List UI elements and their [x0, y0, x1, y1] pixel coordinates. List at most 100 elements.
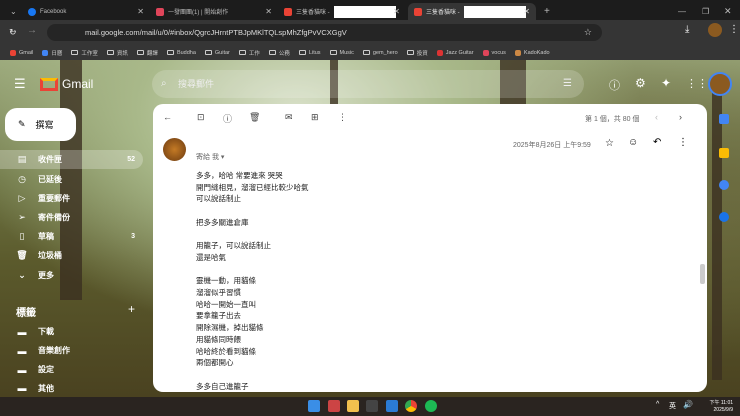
bookmark[interactable]: 翻譯: [136, 49, 158, 57]
tray-chevron-icon[interactable]: ^: [656, 401, 659, 408]
sidebar-item-sent[interactable]: ➢ 寄件備份: [0, 208, 143, 227]
gmail-logo-text[interactable]: Gmail: [62, 77, 93, 91]
report-spam-icon[interactable]: ⓘ: [223, 112, 232, 125]
tab-vocus[interactable]: 一發團團(1) | 開始創作 ✕: [150, 3, 278, 20]
label-icon: ▬: [17, 364, 27, 375]
label-item[interactable]: ▬ 其他: [0, 379, 143, 397]
profile-avatar[interactable]: [708, 23, 722, 37]
newer-button[interactable]: ‹: [655, 112, 658, 122]
close-icon[interactable]: ✕: [137, 7, 144, 16]
recipient-text: 寄給 我: [196, 154, 219, 161]
calendar-icon[interactable]: [719, 114, 729, 124]
sidebar-item-inbox[interactable]: ▤ 收件匣 52: [0, 150, 143, 169]
filter-icon[interactable]: ☰: [563, 70, 572, 98]
start-icon[interactable]: [308, 400, 320, 412]
terminal-icon[interactable]: [366, 400, 378, 412]
minimize-button[interactable]: —: [672, 3, 692, 20]
bookmark[interactable]: Music: [329, 50, 354, 56]
clock-time[interactable]: 下午 11:01: [705, 399, 733, 406]
tab-search-button[interactable]: ⌄: [4, 3, 18, 20]
settings-gear-icon[interactable]: ⚙: [635, 76, 646, 90]
label-item[interactable]: ▬ 下載: [0, 322, 143, 341]
bookmark-star-icon[interactable]: ☆: [584, 24, 592, 41]
sidebar-item-important[interactable]: ▷ 重要郵件: [0, 189, 143, 208]
sidebar-item-more[interactable]: ⌄ 更多: [0, 266, 143, 285]
move-to-icon[interactable]: ⊞: [311, 112, 319, 123]
older-button[interactable]: ›: [679, 112, 682, 122]
close-icon[interactable]: ✕: [523, 7, 530, 16]
bookmark[interactable]: 公務: [268, 49, 290, 57]
input-language[interactable]: 英: [669, 401, 676, 411]
forward-button[interactable]: →: [27, 25, 37, 36]
gemini-sparkle-icon[interactable]: ✦: [661, 76, 671, 90]
chrome-icon[interactable]: [405, 400, 417, 412]
back-to-inbox-button[interactable]: ←: [163, 112, 172, 122]
label-item[interactable]: ▬ 設定: [0, 360, 143, 379]
bookmark[interactable]: KadoKado: [514, 49, 550, 56]
menu-icon[interactable]: ⋮: [729, 24, 739, 35]
restore-button[interactable]: ❐: [696, 3, 715, 20]
more-options-icon[interactable]: ⋮: [338, 112, 347, 123]
contacts-icon[interactable]: [719, 212, 729, 222]
volume-icon[interactable]: 🔊: [683, 400, 693, 409]
bookmark[interactable]: Litus: [298, 50, 321, 56]
sidebar-item-drafts[interactable]: ▯ 草稿 3: [0, 227, 143, 246]
vscode-icon[interactable]: [386, 400, 398, 412]
search-input[interactable]: ⌕ 搜尋郵件 ☰: [152, 70, 584, 98]
archive-icon[interactable]: ⊡: [197, 112, 205, 123]
email-panel: ← ⊡ ⓘ 🗑 ✉ ⊞ ⋮ 第 1 個，共 80 個 ‹ › 寄給 我 ▾ 20…: [153, 104, 707, 392]
recipient-details[interactable]: 寄給 我 ▾: [196, 152, 224, 162]
tab-facebook[interactable]: Facebook ✕: [22, 3, 150, 20]
compose-label: 撰寫: [35, 120, 54, 130]
emoji-reaction-icon[interactable]: ☺: [628, 137, 638, 148]
label-icon: ▬: [17, 383, 27, 393]
important-icon: ▷: [18, 193, 26, 203]
bookmark[interactable]: Jazz Guitar: [436, 49, 474, 56]
label-item[interactable]: ▬ 音樂創作: [0, 341, 143, 360]
bookmark[interactable]: Buddha: [166, 50, 196, 56]
bookmark[interactable]: Gmail: [10, 49, 33, 56]
bookmark[interactable]: 工作室: [71, 49, 98, 57]
sidebar-item-snoozed[interactable]: ◷ 已延後: [0, 170, 143, 189]
main-menu-icon[interactable]: ☰: [14, 76, 26, 92]
tasks-icon[interactable]: [719, 180, 729, 190]
close-icon[interactable]: ✕: [265, 7, 272, 16]
close-icon[interactable]: ✕: [393, 7, 400, 16]
folder-icon: [238, 50, 246, 55]
keep-icon[interactable]: [719, 148, 729, 158]
help-icon[interactable]: ⓘ: [609, 77, 620, 93]
bookmark[interactable]: Guitar: [204, 50, 230, 56]
bookmark-label: vocus: [491, 49, 506, 56]
tab-gmail-1[interactable]: 三隻香貓咪 - ✕: [278, 3, 406, 20]
bookmark[interactable]: vocus: [482, 49, 506, 56]
mark-unread-icon[interactable]: ✉: [285, 112, 293, 123]
gmail-logo-icon: [40, 78, 58, 91]
star-icon[interactable]: ☆: [605, 138, 614, 149]
more-actions-icon[interactable]: ⋮: [678, 137, 688, 148]
bookmark[interactable]: gem_hero: [362, 50, 398, 56]
download-icon[interactable]: ⤓: [685, 24, 689, 35]
address-bar[interactable]: mail.google.com/mail/u/0/#inbox/QgrcJHrn…: [9, 24, 602, 41]
compose-button[interactable]: ✎ 撰寫: [5, 108, 76, 141]
redaction: [463, 5, 526, 18]
bookmark[interactable]: 工作: [238, 49, 260, 57]
spotify-icon[interactable]: [425, 400, 437, 412]
apps-grid-icon[interactable]: ⋮⋮: [686, 77, 708, 90]
add-label-button[interactable]: +: [128, 302, 135, 316]
delete-icon[interactable]: 🗑: [249, 112, 260, 123]
reply-icon[interactable]: ↶: [653, 137, 661, 148]
scrollbar[interactable]: [700, 264, 705, 284]
email-body-line: 把多多關進倉庫: [196, 217, 249, 227]
bookmark[interactable]: 投資: [406, 49, 428, 57]
reload-icon[interactable]: ↻: [9, 24, 23, 41]
clock-date[interactable]: 2025/9/9: [705, 407, 733, 413]
close-window-button[interactable]: ✕: [718, 3, 738, 20]
bookmark[interactable]: 日曆: [42, 49, 62, 57]
file-explorer-icon[interactable]: [347, 400, 359, 412]
sidebar-item-trash[interactable]: 🗑 垃圾桶: [0, 246, 143, 265]
new-tab-button[interactable]: +: [538, 3, 556, 20]
tab-gmail-2[interactable]: 三隻香貓咪 - ✕: [408, 3, 536, 20]
bookmark[interactable]: 資訊: [106, 49, 128, 57]
app-icon[interactable]: [328, 400, 340, 412]
account-avatar[interactable]: [708, 72, 732, 96]
